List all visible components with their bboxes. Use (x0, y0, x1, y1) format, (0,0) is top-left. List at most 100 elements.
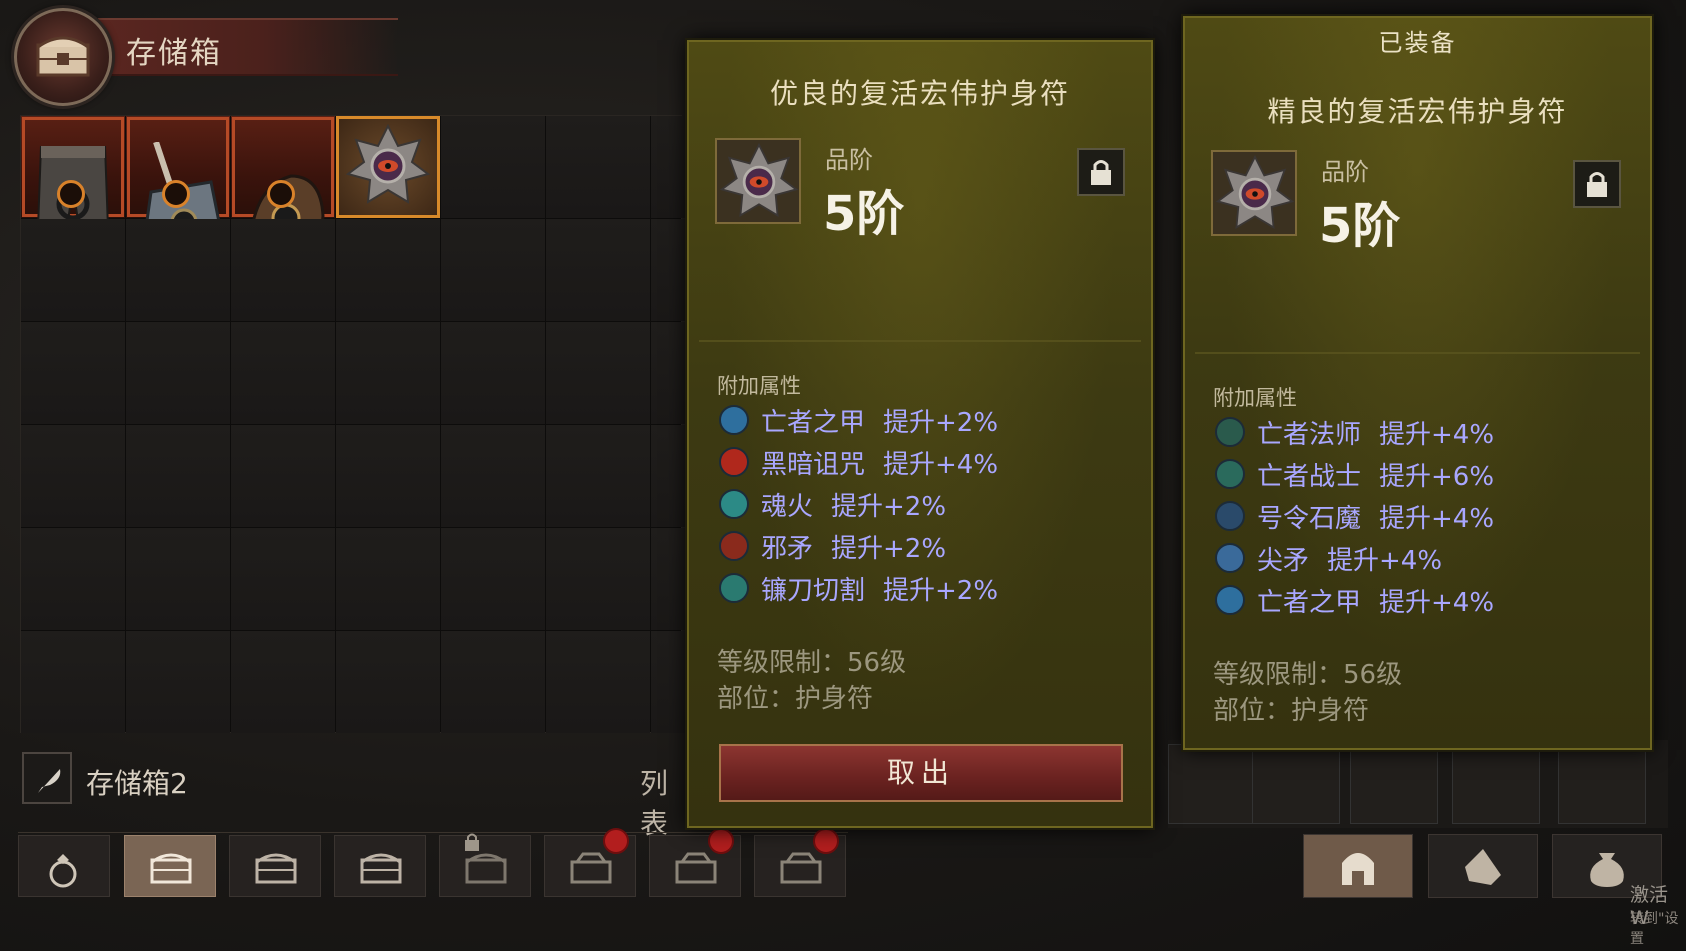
chest-icon (360, 853, 402, 884)
affix-row: 镰刀切割 提升+2% (719, 568, 998, 608)
take-out-button[interactable]: 取出 (719, 744, 1123, 802)
chest-icon (255, 853, 297, 884)
grid-slot-helm[interactable] (126, 116, 230, 264)
grid-slot[interactable] (546, 322, 650, 424)
socket-icon (267, 180, 295, 208)
grid-slot[interactable] (546, 425, 650, 527)
affix-row: 邪矛 提升+2% (719, 526, 946, 566)
grid-slot[interactable] (21, 528, 125, 630)
grid-slot-pants[interactable] (21, 116, 125, 257)
amulet-icon (346, 124, 430, 204)
grid-slot[interactable] (21, 322, 125, 424)
tab-stash-4-locked[interactable] (439, 833, 531, 897)
stash-name-row: 存储箱2 列表 (22, 752, 682, 840)
windows-activation-watermark-sub: 转到"设置 (1630, 911, 1679, 947)
grid-slot[interactable] (336, 425, 440, 527)
tab-jewelry[interactable] (18, 835, 110, 897)
grid-slot[interactable] (231, 631, 335, 733)
chest-timed-icon (780, 852, 822, 884)
lock-icon (1587, 172, 1607, 197)
skeletal-mage-skill-icon (1215, 417, 1245, 447)
affix-row: 亡者战士 提升+6% (1215, 454, 1494, 494)
tab-stash-timed-1[interactable] (544, 828, 636, 897)
grid-slot[interactable] (546, 219, 650, 321)
bone-spear-skill-icon (1215, 543, 1245, 573)
ring-icon (49, 854, 77, 888)
rename-stash-button[interactable] (22, 752, 72, 804)
lock-item-button[interactable] (1573, 160, 1621, 208)
item-name: 优良的复活宏伟护身符 (769, 77, 1070, 110)
equip-slot-belt[interactable] (1252, 744, 1340, 824)
rank-label: 品阶 (825, 146, 873, 174)
affix-row: 亡者法师 提升+4% (1215, 412, 1494, 452)
grid-slot[interactable] (126, 528, 230, 630)
level-requirement: 等级限制：56级 (1213, 660, 1403, 690)
command-golem-skill-icon (1215, 501, 1245, 531)
affix-row: 号令石魔 提升+4% (1215, 496, 1494, 536)
grid-slot-amulet[interactable] (336, 116, 440, 218)
item-icon-frame (1211, 150, 1297, 236)
grid-slot[interactable] (336, 322, 440, 424)
stash-name: 存储箱2 (86, 767, 188, 800)
timer-badge-icon (813, 828, 839, 854)
soulfire-skill-icon (719, 489, 749, 519)
equip-slot-ring-2[interactable] (1558, 744, 1646, 824)
tab-stash-1[interactable] (124, 835, 216, 897)
bone-armor-skill-icon (719, 405, 749, 435)
level-requirement: 等级限制：56级 (717, 648, 907, 678)
chest-icon (465, 853, 507, 884)
stash-header: 存储箱 (8, 6, 428, 106)
equipment-strip (1168, 740, 1668, 828)
grid-slot[interactable] (441, 116, 545, 218)
tab-materials[interactable] (1428, 834, 1538, 898)
stash-title: 存储箱 (126, 36, 222, 71)
grid-slot[interactable] (231, 219, 335, 321)
equip-slot-shoulder[interactable] (1168, 744, 1256, 824)
affix-row: 魂火 提升+2% (719, 484, 946, 524)
dark-curse-skill-icon (719, 447, 749, 477)
shard-icon (1465, 849, 1501, 885)
grid-slot[interactable] (231, 425, 335, 527)
tab-stash-2[interactable] (229, 835, 321, 897)
amulet-icon (720, 143, 798, 218)
tab-stash-timed-2[interactable] (649, 828, 741, 897)
grid-slot[interactable] (441, 322, 545, 424)
affix-row: 亡者之甲 提升+4% (1215, 580, 1494, 620)
grid-slot[interactable] (546, 528, 650, 630)
item-slot: 部位：护身符 (1213, 696, 1370, 726)
helmet-icon (1342, 853, 1374, 885)
equip-slot-chest[interactable] (1350, 744, 1438, 824)
grid-slot[interactable] (21, 631, 125, 733)
grid-slot[interactable] (231, 322, 335, 424)
grid-slot[interactable] (441, 425, 545, 527)
lock-item-button[interactable] (1077, 148, 1125, 196)
list-view-button[interactable]: 列表 (640, 762, 682, 842)
grid-slot[interactable] (231, 528, 335, 630)
grid-slot[interactable] (546, 116, 650, 218)
equip-slot-ring-1[interactable] (1452, 744, 1540, 824)
socket-icon (57, 180, 85, 208)
grid-slot[interactable] (336, 219, 440, 321)
grid-slot[interactable] (336, 528, 440, 630)
equipped-label: 已装备 (1378, 29, 1457, 57)
tab-character[interactable] (1303, 834, 1413, 898)
evil-spear-skill-icon (719, 531, 749, 561)
grid-slot[interactable] (21, 219, 125, 321)
timer-badge-icon (708, 828, 734, 854)
grid-slot[interactable] (126, 425, 230, 527)
grid-slot[interactable] (546, 631, 650, 733)
grid-slot[interactable] (126, 322, 230, 424)
grid-slot[interactable] (441, 631, 545, 733)
grid-slot[interactable] (441, 528, 545, 630)
tab-stash-3[interactable] (334, 835, 426, 897)
grid-slot[interactable] (126, 631, 230, 733)
grid-slot[interactable] (336, 631, 440, 733)
grid-slot[interactable] (441, 219, 545, 321)
item-tooltip-selected: 优良的复活宏伟护身符 品阶 5阶 附加属性 亡者之甲 提升+2% 黑暗诅咒 提升… (687, 40, 1153, 828)
grid-slot[interactable] (21, 425, 125, 527)
timer-badge-icon (603, 828, 629, 854)
item-icon-frame (715, 138, 801, 224)
tab-stash-timed-3[interactable] (754, 828, 846, 897)
grid-slot-gloves[interactable] (231, 116, 335, 268)
grid-slot[interactable] (126, 219, 230, 321)
